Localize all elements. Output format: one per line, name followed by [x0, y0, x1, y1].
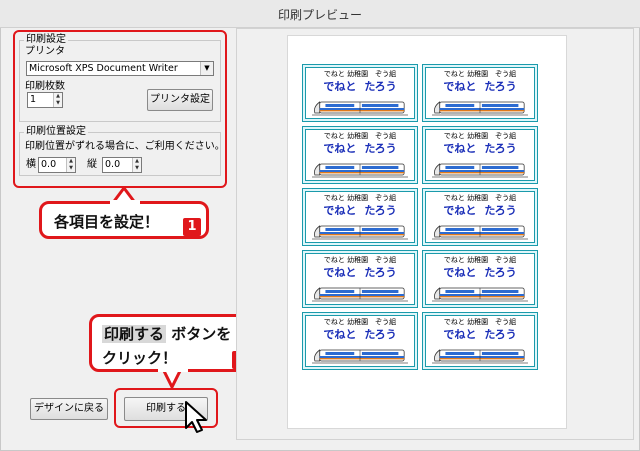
name-tag-card: でねと 幼稚園 ぞう組でねと たろう: [302, 250, 418, 308]
train-icon: [432, 347, 528, 365]
settings-highlight-box: [13, 30, 227, 188]
window-title: 印刷プレビュー: [277, 8, 362, 22]
given-name-text: たろう: [484, 142, 517, 155]
callout-2-rest: ボタンを: [166, 325, 232, 343]
surname-text: でねと: [443, 328, 477, 341]
back-to-design-button[interactable]: デザインに戻る: [30, 398, 108, 420]
child-name: でねと たろう: [426, 142, 534, 155]
name-tag-card: でねと 幼稚園 ぞう組でねと たろう: [422, 312, 538, 370]
surname-text: でねと: [323, 204, 357, 217]
child-name: でねと たろう: [306, 80, 414, 93]
given-name-text: たろう: [484, 266, 517, 279]
name-tag-inner: でねと 幼稚園 ぞう組でねと たろう: [425, 191, 535, 243]
school-class-text: でねと 幼稚園 ぞう組: [443, 132, 517, 140]
print-preview-area: でねと 幼稚園 ぞう組 でねと たろう でねと 幼稚園 ぞう組 でねと たろう でねと 幼稚…: [236, 28, 634, 440]
train-icon: [312, 161, 408, 179]
name-tag-card: でねと 幼稚園 ぞう組でねと たろう: [302, 188, 418, 246]
train-icon: [432, 223, 528, 241]
name-tag-card: でねと 幼稚園 ぞう組でねと たろう: [302, 126, 418, 184]
name-tag-card: でねと 幼稚園 ぞう組でねと たろう: [422, 188, 538, 246]
callout-1-tail: [110, 186, 140, 204]
mouse-cursor-icon: [185, 401, 207, 433]
child-name: でねと たろう: [306, 328, 414, 341]
given-name-text: たろう: [484, 80, 517, 93]
name-tag-card: でねと 幼稚園 ぞう組でねと たろう: [302, 312, 418, 370]
title-bar: 印刷プレビュー: [0, 0, 640, 28]
name-tag-inner: でねと 幼稚園 ぞう組でねと たろう: [425, 67, 535, 119]
name-tag-card: でねと 幼稚園 ぞう組でねと たろう: [422, 126, 538, 184]
callout-step-1: 各項目を設定！ 1: [39, 201, 209, 239]
surname-text: でねと: [443, 266, 477, 279]
given-name-text: たろう: [364, 80, 397, 93]
name-tag-inner: でねと 幼稚園 ぞう組でねと たろう: [305, 67, 415, 119]
given-name-text: たろう: [364, 204, 397, 217]
train-icon: [432, 99, 528, 117]
callout-2-line-1: 印刷する ボタンを: [102, 323, 231, 344]
given-name-text: たろう: [364, 266, 397, 279]
school-class-text: でねと 幼稚園 ぞう組: [443, 256, 517, 264]
callout-1-text: 各項目を設定！: [54, 213, 160, 231]
train-icon: [312, 223, 408, 241]
school-class-text: でねと 幼稚園 ぞう組: [443, 70, 517, 78]
name-tag-inner: でねと 幼稚園 ぞう組でねと たろう: [425, 129, 535, 181]
child-name: でねと たろう: [306, 142, 414, 155]
name-tag-card: でねと 幼稚園 ぞう組でねと たろう: [422, 64, 538, 122]
surname-text: でねと: [323, 266, 357, 279]
school-class-text: でねと 幼稚園 ぞう組: [443, 194, 517, 202]
callout-2-tail: [158, 367, 188, 389]
school-class-text: でねと 幼稚園 ぞう組: [443, 318, 517, 326]
given-name-text: たろう: [364, 328, 397, 341]
surname-text: でねと: [443, 142, 477, 155]
child-name: でねと たろう: [426, 328, 534, 341]
given-name-text: たろう: [484, 204, 517, 217]
name-tag-card: でねと 幼稚園 ぞう組でねと たろう: [422, 250, 538, 308]
callout-2-line-2: クリック！: [102, 349, 178, 367]
child-name: でねと たろう: [426, 80, 534, 93]
train-icon: [312, 347, 408, 365]
train-icon: [312, 285, 408, 303]
surname-text: でねと: [443, 80, 477, 93]
surname-text: でねと: [323, 328, 357, 341]
callout-step-2: 印刷する ボタンを クリック！ 2: [89, 314, 255, 372]
school-class-text: でねと 幼稚園 ぞう組: [323, 318, 397, 326]
school-class-text: でねと 幼稚園 ぞう組: [323, 256, 397, 264]
child-name: でねと たろう: [306, 204, 414, 217]
train-icon: [432, 285, 528, 303]
child-name: でねと たろう: [306, 266, 414, 279]
name-tag-inner: でねと 幼稚園 ぞう組でねと たろう: [305, 253, 415, 305]
school-class-text: でねと 幼稚園 ぞう組: [323, 132, 397, 140]
surname-text: でねと: [323, 80, 357, 93]
name-tag-inner: でねと 幼稚園 ぞう組でねと たろう: [425, 253, 535, 305]
name-tag-inner: でねと 幼稚園 ぞう組でねと たろう: [305, 129, 415, 181]
school-class-text: でねと 幼稚園 ぞう組: [323, 194, 397, 202]
school-class-text: でねと 幼稚園 ぞう組: [323, 70, 397, 78]
callout-2-highlight: 印刷する: [102, 325, 167, 343]
given-name-text: たろう: [484, 328, 517, 341]
child-name: でねと たろう: [426, 266, 534, 279]
name-tag-inner: でねと 幼稚園 ぞう組でねと たろう: [305, 315, 415, 367]
name-tag-card: でねと 幼稚園 ぞう組でねと たろう: [302, 64, 418, 122]
surname-text: でねと: [323, 142, 357, 155]
step-number-badge: 1: [183, 218, 201, 236]
surname-text: でねと: [443, 204, 477, 217]
name-tag-inner: でねと 幼稚園 ぞう組でねと たろう: [305, 191, 415, 243]
child-name: でねと たろう: [426, 204, 534, 217]
preview-page: でねと 幼稚園 ぞう組 でねと たろう でねと 幼稚園 ぞう組 でねと たろう でねと 幼稚…: [287, 35, 567, 429]
name-tag-inner: でねと 幼稚園 ぞう組でねと たろう: [425, 315, 535, 367]
train-icon: [312, 99, 408, 117]
given-name-text: たろう: [364, 142, 397, 155]
train-icon: [432, 161, 528, 179]
